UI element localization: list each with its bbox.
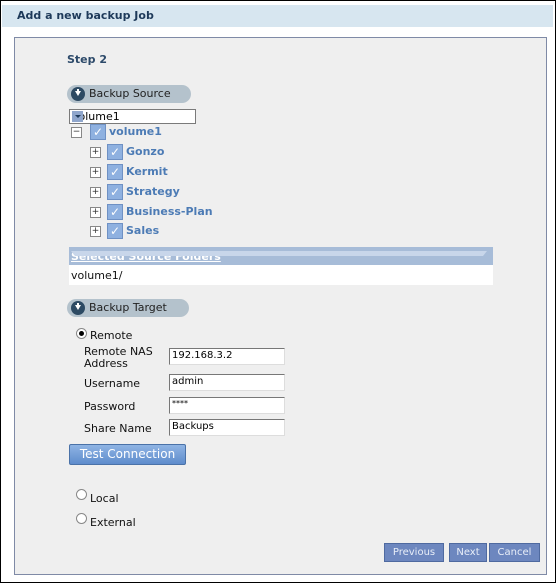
- username-label: Username: [84, 377, 141, 390]
- checkbox-checked[interactable]: ✓: [90, 124, 106, 140]
- cancel-button[interactable]: Cancel: [489, 543, 540, 562]
- radio-local[interactable]: [76, 489, 87, 500]
- checkbox-checked[interactable]: ✓: [107, 223, 123, 239]
- test-connection-button[interactable]: Test Connection: [69, 444, 186, 465]
- title-bar: Add a new backup Job: [2, 5, 553, 27]
- collapse-circle-icon: [71, 301, 85, 315]
- dropdown-arrow-icon[interactable]: [72, 111, 83, 122]
- tree-node[interactable]: + ✓ Gonzo: [90, 144, 290, 161]
- expand-toggle-icon[interactable]: +: [90, 187, 101, 198]
- radio-external[interactable]: [76, 513, 87, 524]
- radio-remote[interactable]: [76, 328, 87, 339]
- checkbox-checked[interactable]: ✓: [107, 184, 123, 200]
- tree-node[interactable]: + ✓ Kermit: [90, 164, 290, 181]
- backup-source-header[interactable]: Backup Source: [67, 85, 191, 103]
- tree-node[interactable]: + ✓ Strategy: [90, 184, 290, 201]
- username-input[interactable]: admin: [169, 374, 285, 391]
- next-button[interactable]: Next: [449, 543, 487, 562]
- selected-folders-list: volume1/: [69, 265, 493, 285]
- step-label: Step 2: [67, 53, 107, 66]
- share-name-label: Share Name: [84, 422, 152, 435]
- password-input[interactable]: ****: [169, 397, 285, 414]
- remote-address-label: Remote NAS Address: [84, 345, 153, 370]
- expand-toggle-icon[interactable]: +: [90, 147, 101, 158]
- dialog-title: Add a new backup Job: [17, 9, 154, 22]
- expand-toggle-icon[interactable]: +: [90, 226, 101, 237]
- previous-button[interactable]: Previous: [384, 543, 444, 562]
- collapse-triangle-icon[interactable]: [71, 251, 487, 256]
- tree-node[interactable]: + ✓ Sales: [90, 223, 290, 240]
- share-name-input[interactable]: Backups: [169, 419, 285, 436]
- collapse-toggle-icon[interactable]: −: [71, 127, 82, 138]
- remote-address-input[interactable]: 192.168.3.2: [169, 348, 285, 365]
- checkbox-checked[interactable]: ✓: [107, 164, 123, 180]
- backup-target-header[interactable]: Backup Target: [67, 299, 189, 317]
- expand-toggle-icon[interactable]: +: [90, 207, 101, 218]
- selected-folders-header[interactable]: Selected Source Folders: [69, 247, 493, 265]
- collapse-circle-icon: [71, 87, 85, 101]
- dialog-frame: Add a new backup Job Step 2 Backup Sourc…: [0, 0, 556, 583]
- wizard-panel: Step 2 Backup Source volume1 − ✓ volume1…: [14, 37, 547, 575]
- password-label: Password: [84, 400, 136, 413]
- tree-node[interactable]: + ✓ Business-Plan: [90, 204, 290, 221]
- checkbox-checked[interactable]: ✓: [107, 144, 123, 160]
- expand-toggle-icon[interactable]: +: [90, 167, 101, 178]
- volume-select[interactable]: volume1: [69, 109, 196, 124]
- tree-node-root[interactable]: − ✓ volume1: [71, 124, 271, 141]
- checkbox-checked[interactable]: ✓: [107, 204, 123, 220]
